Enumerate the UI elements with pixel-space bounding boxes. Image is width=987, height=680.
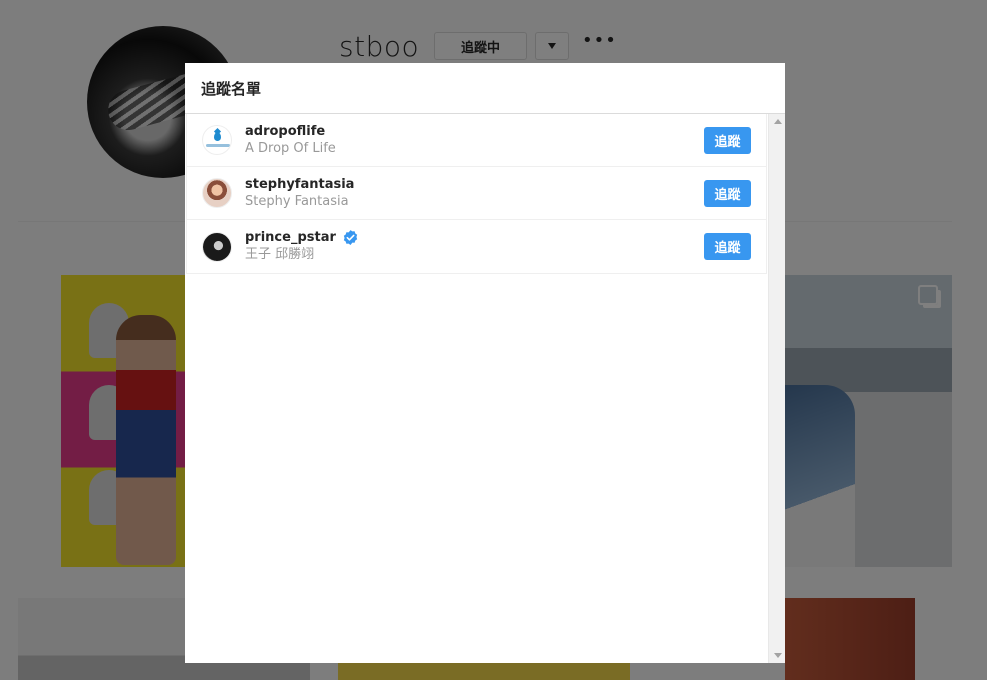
modal-title: 追蹤名單	[201, 79, 262, 98]
user-avatar[interactable]	[202, 231, 232, 262]
handle-line: stephyfantasia	[245, 176, 354, 193]
following-list: adropoflife A Drop Of Life 追蹤 stephyfant…	[186, 114, 767, 274]
list-item: stephyfantasia Stephy Fantasia 追蹤	[187, 167, 766, 220]
scroll-up-arrow-icon[interactable]	[774, 119, 782, 124]
user-handle[interactable]: adropoflife	[245, 123, 325, 140]
handle-line: prince_pstar	[245, 229, 359, 246]
modal-body: adropoflife A Drop Of Life 追蹤 stephyfant…	[185, 114, 785, 663]
follow-button[interactable]: 追蹤	[704, 180, 751, 207]
user-names: prince_pstar 王子 邱勝翊	[245, 229, 359, 264]
list-item: prince_pstar 王子 邱勝翊 追蹤	[187, 220, 766, 273]
following-list-modal: 追蹤名單 adropoflife A Drop Of Life 追蹤 steph…	[185, 63, 785, 663]
follow-button[interactable]: 追蹤	[704, 233, 751, 260]
user-full-name: 王子 邱勝翊	[245, 247, 315, 262]
modal-header: 追蹤名單	[185, 63, 785, 114]
user-names: adropoflife A Drop Of Life	[245, 123, 336, 158]
list-item: adropoflife A Drop Of Life 追蹤	[187, 114, 766, 167]
user-names: stephyfantasia Stephy Fantasia	[245, 176, 354, 211]
water-drop-icon	[214, 132, 221, 141]
user-avatar[interactable]	[202, 178, 232, 208]
user-handle[interactable]: stephyfantasia	[245, 176, 354, 193]
scroll-down-arrow-icon[interactable]	[774, 653, 782, 658]
user-handle[interactable]: prince_pstar	[245, 229, 336, 246]
user-full-name: A Drop Of Life	[245, 140, 336, 156]
scrollbar[interactable]	[768, 114, 785, 663]
handle-line: adropoflife	[245, 123, 336, 140]
logo-text-mark	[206, 144, 230, 147]
user-avatar[interactable]	[202, 125, 232, 155]
verified-badge-icon	[343, 230, 358, 245]
follow-button[interactable]: 追蹤	[704, 127, 751, 154]
user-full-name: Stephy Fantasia	[245, 193, 349, 209]
